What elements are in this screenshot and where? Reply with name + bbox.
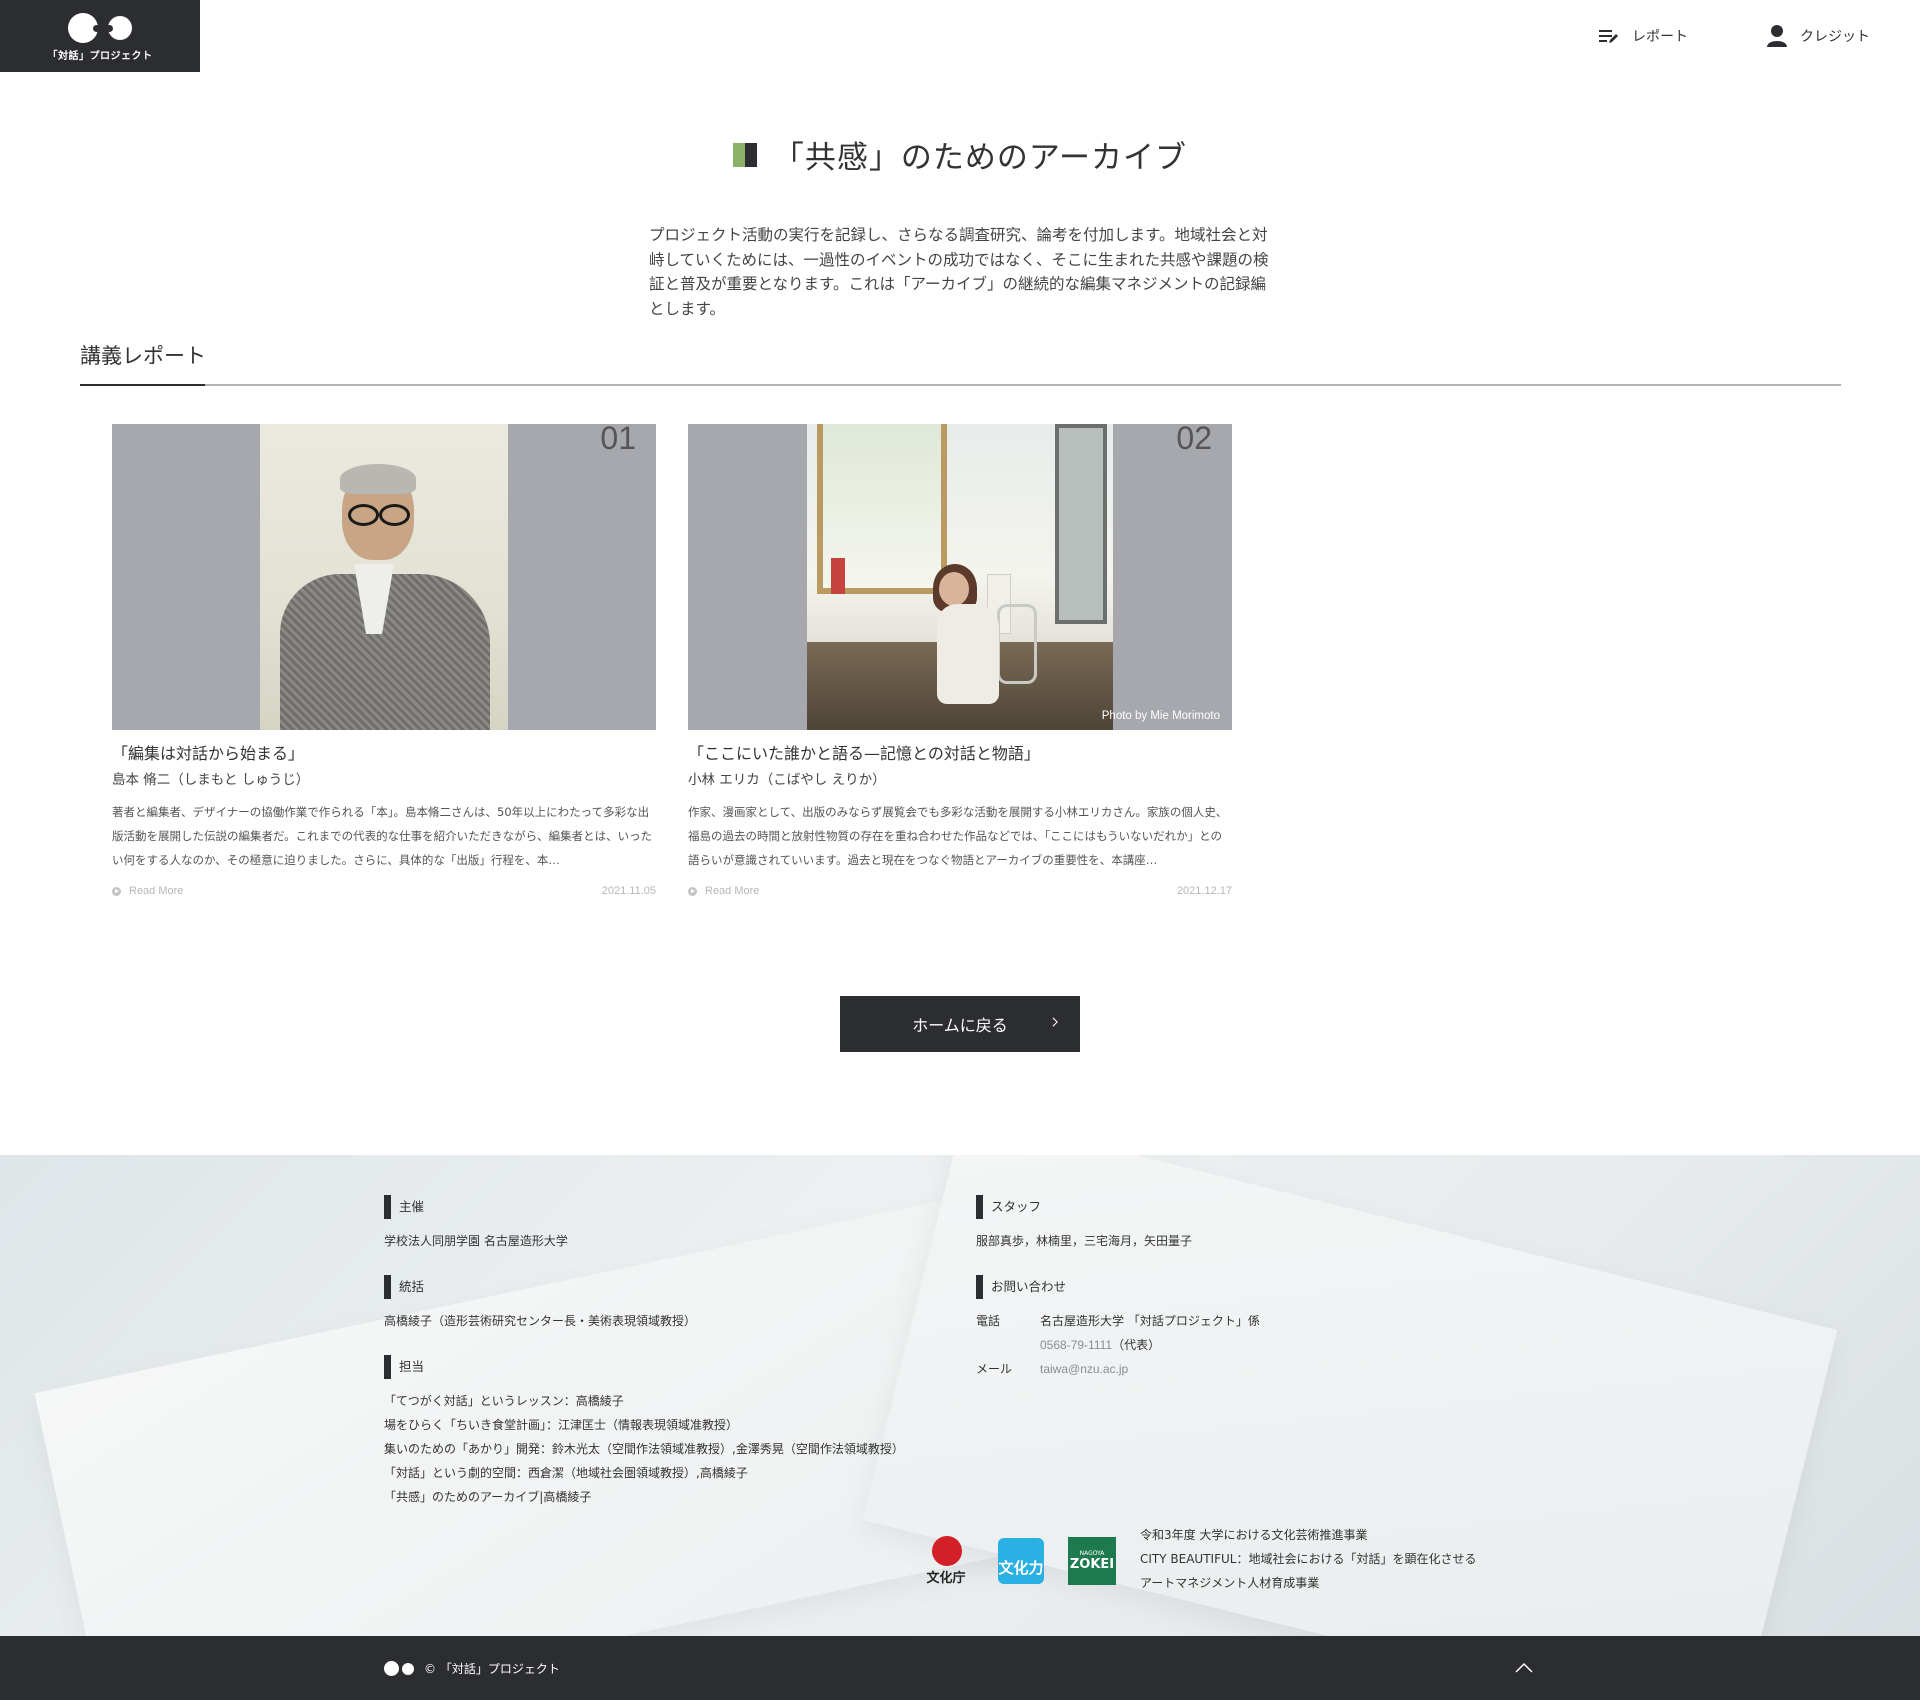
nav-report-link[interactable]: レポート	[1598, 24, 1688, 48]
page-title: 「共感」のためのアーカイブ	[772, 140, 1188, 176]
footer-host-heading: 主催	[399, 1199, 425, 1214]
bunkacho-logo-text: 文化庁	[926, 1571, 966, 1586]
footer-charge: 担当 「てつがく対話」というレッスン：高橋綾子 場をひらく「ちいき食堂計画」：江…	[384, 1355, 924, 1509]
copyright-text: © 「対話」プロジェクト	[424, 1662, 560, 1676]
play-arrow-icon	[112, 886, 121, 896]
footer-staff: スタッフ 服部真歩，林楠里，三宅海月，矢田量子	[976, 1195, 1456, 1253]
program-description: 令和3年度 大学における文化芸術推進事業 CITY BEAUTIFUL：地域社会…	[1140, 1523, 1476, 1595]
program-line: 令和3年度 大学における文化芸術推進事業	[1140, 1528, 1368, 1542]
footer-director-heading: 統括	[399, 1279, 425, 1294]
card-author: 小林 エリカ（こばやし えりか）	[688, 772, 886, 788]
footer-charge-line: 「対話」という劇的空間：西倉潔（地域社会圏領域教授）,高橋綾子	[384, 1466, 748, 1480]
title-mark-icon	[732, 142, 757, 167]
contact-mail-label: メール	[976, 1362, 1013, 1376]
section-title: 講義レポート	[80, 344, 206, 368]
card-date: 2021.11.05	[601, 885, 656, 897]
bunkaryoku-logo-text: 文化力	[998, 1559, 1044, 1577]
report-card[interactable]: 01 「編集は対話から始まる」 島本 脩二（しまもと しゅうじ） 著者と編集者、…	[112, 424, 656, 897]
sponsor-logos: 文化庁 文化力 NAGOYA ZOKEI	[918, 1536, 1116, 1586]
card-title[interactable]: 「ここにいた誰かと語る—記憶との対話と物語」	[688, 740, 1232, 764]
read-more-label: Read More	[129, 885, 184, 897]
contact-phone-org: 名古屋造形大学 「対話プロジェクト」係	[1040, 1314, 1260, 1328]
report-card[interactable]: 02 Photo by Mie Morimoto 「ここにいた誰かと語る—記憶と…	[688, 424, 1232, 897]
program-line: アートマネジメント人材育成事業	[1140, 1576, 1320, 1590]
contact-phone-label: 電話	[976, 1314, 1001, 1328]
logo-text: 「対話」プロジェクト	[47, 50, 153, 62]
footer-left-column: 主催 学校法人同朋学園 名古屋造形大学 統括 高橋綾子（造形芸術研究センター長・…	[384, 1195, 924, 1531]
contact-mail-link[interactable]: taiwa@nzu.ac.jp	[1040, 1357, 1128, 1381]
footer-charge-line: 集いのための「あかり」開発：鈴木光太（空間作法領域准教授）,金澤秀晃（空間作法領…	[384, 1442, 904, 1456]
footer-contact-heading: お問い合わせ	[991, 1279, 1067, 1294]
footer-charge-line: 「てつがく対話」というレッスン：高橋綾子	[384, 1394, 624, 1408]
program-line: CITY BEAUTIFUL：地域社会における「対話」を顕在化させる	[1140, 1552, 1477, 1566]
read-more-link[interactable]: Read More	[112, 885, 183, 897]
footer-charge-line: 場をひらく「ちいき食堂計画」：江津匡士（情報表現領域准教授）	[384, 1418, 739, 1432]
card-description: 作家、漫画家として、出版のみならず展覧会でも多彩な活動を展開する小林エリカさん。…	[688, 805, 1228, 867]
section-underline	[80, 384, 205, 386]
person-icon	[1767, 25, 1787, 47]
home-button[interactable]: ホームに戻る	[840, 996, 1080, 1052]
portrait-photo	[260, 424, 508, 730]
intro-text: プロジェクト活動の実行を記録し、さらなる調査研究、論考を付加します。地域社会と対…	[649, 226, 1269, 318]
footer-host: 主催 学校法人同朋学園 名古屋造形大学	[384, 1195, 924, 1253]
report-edit-icon	[1599, 30, 1618, 43]
footer-director-text: 高橋綾子（造形芸術研究センター長・美術表現領域教授）	[384, 1314, 697, 1328]
contact-phone-number[interactable]: 0568-79-1111	[1040, 1338, 1112, 1352]
card-meta: Read More 2021.11.05	[112, 885, 656, 897]
read-more-label: Read More	[705, 885, 760, 897]
bunkaryoku-logo[interactable]: 文化力	[998, 1538, 1044, 1584]
site-logo[interactable]: 「対話」プロジェクト	[0, 0, 200, 72]
footer-director: 統括 高橋綾子（造形芸術研究センター長・美術表現領域教授）	[384, 1275, 924, 1333]
home-button-label: ホームに戻る	[912, 1018, 1008, 1035]
contact-phone-suffix: （代表）	[1112, 1338, 1161, 1352]
footer-contact: お問い合わせ 電話 名古屋造形大学 「対話プロジェクト」係 0568-79-11…	[976, 1275, 1456, 1381]
page-title-block: 「共感」のためのアーカイブ	[0, 132, 1920, 177]
card-image[interactable]: 01	[112, 424, 656, 730]
chevron-up-icon[interactable]	[1512, 1656, 1536, 1680]
footer-right-column: スタッフ 服部真歩，林楠里，三宅海月，矢田量子 お問い合わせ 電話 名古屋造形大…	[976, 1195, 1456, 1403]
card-title[interactable]: 「編集は対話から始まる」	[112, 740, 656, 764]
read-more-link[interactable]: Read More	[688, 885, 759, 897]
card-number: 01	[600, 424, 636, 456]
nav-credit-label: クレジット	[1800, 29, 1870, 45]
footer-staff-heading: スタッフ	[991, 1199, 1042, 1214]
card-number: 02	[1176, 424, 1212, 456]
bunkacho-logo[interactable]: 文化庁	[918, 1536, 974, 1586]
nav-credit-link[interactable]: クレジット	[1766, 24, 1870, 48]
portrait-photo	[807, 424, 1113, 730]
nagoya-zokei-logo[interactable]: NAGOYA ZOKEI	[1068, 1537, 1116, 1585]
copyright: © 「対話」プロジェクト	[384, 1660, 560, 1677]
chevron-right-icon	[1052, 1017, 1058, 1027]
nagoya-logo-main: ZOKEI	[1069, 1557, 1115, 1572]
photo-credit: Photo by Mie Morimoto	[1101, 710, 1220, 722]
card-author: 島本 脩二（しまもと しゅうじ）	[112, 772, 310, 788]
card-meta: Read More 2021.12.17	[688, 885, 1232, 897]
footer-charge-line: 「共感」のためのアーカイブ|高橋綾子	[384, 1490, 592, 1504]
footer-charge-heading: 担当	[399, 1359, 425, 1374]
play-arrow-icon	[688, 886, 697, 896]
mini-logo-icon	[384, 1661, 414, 1676]
footer-host-text: 学校法人同朋学園 名古屋造形大学	[384, 1234, 568, 1248]
card-date: 2021.12.17	[1176, 885, 1232, 897]
nav-report-label: レポート	[1632, 29, 1688, 45]
logo-mark-icon	[68, 12, 132, 43]
section-header: 講義レポート	[80, 340, 1841, 386]
footer-staff-text: 服部真歩，林楠里，三宅海月，矢田量子	[976, 1234, 1193, 1248]
card-image[interactable]: 02 Photo by Mie Morimoto	[688, 424, 1232, 730]
card-description: 著者と編集者、デザイナーの協働作業で作られる「本」。島本脩二さんは、50年以上に…	[112, 805, 653, 867]
top-nav: レポート クレジット	[1598, 24, 1870, 48]
bottom-bar: © 「対話」プロジェクト	[0, 1636, 1920, 1700]
